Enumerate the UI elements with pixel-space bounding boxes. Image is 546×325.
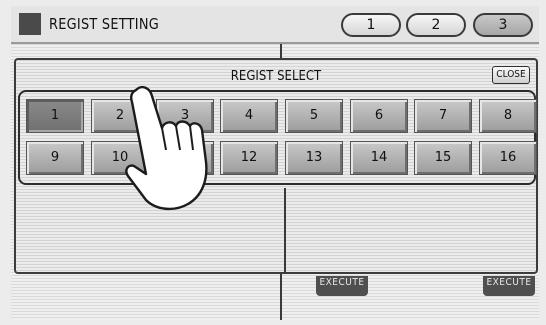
title-marker-icon [19,13,41,35]
bank-button-15[interactable]: 15 [414,141,472,175]
page-tab-1[interactable]: 1 [341,13,401,37]
popup-divider [284,188,286,272]
execute-button-left[interactable]: EXECUTE [316,276,368,296]
bank-button-12[interactable]: 12 [220,141,278,175]
page-title: REGIST SETTING [49,15,160,33]
bank-button-14[interactable]: 14 [350,141,408,175]
popup-lower-area [18,188,536,272]
page-tab-2[interactable]: 2 [406,13,466,37]
bank-button-4[interactable]: 4 [220,99,278,133]
pointing-hand-icon [125,85,208,211]
bank-button-8[interactable]: 8 [479,99,537,133]
bank-grid: 1 2 3 4 5 6 7 8 9 10 11 12 13 14 15 16 [18,90,537,185]
regist-select-popup: REGIST SELECT CLOSE 1 2 3 4 5 6 7 8 9 10… [14,58,538,274]
execute-button-right[interactable]: EXECUTE [483,276,535,296]
page-tab-3[interactable]: 3 [473,13,533,37]
lcd-screen: REGIST SETTING 1 2 3 EXECUTE EXECUTE REG… [0,0,546,325]
bank-button-13[interactable]: 13 [285,141,343,175]
bank-button-6[interactable]: 6 [350,99,408,133]
bank-button-7[interactable]: 7 [414,99,472,133]
bank-button-9[interactable]: 9 [26,141,84,175]
title-bar: REGIST SETTING 1 2 3 [11,6,539,44]
popup-title: REGIST SELECT [230,69,322,84]
bank-button-1[interactable]: 1 [26,99,84,133]
bank-button-16[interactable]: 16 [479,141,537,175]
bank-button-5[interactable]: 5 [285,99,343,133]
close-button[interactable]: CLOSE [492,66,530,84]
